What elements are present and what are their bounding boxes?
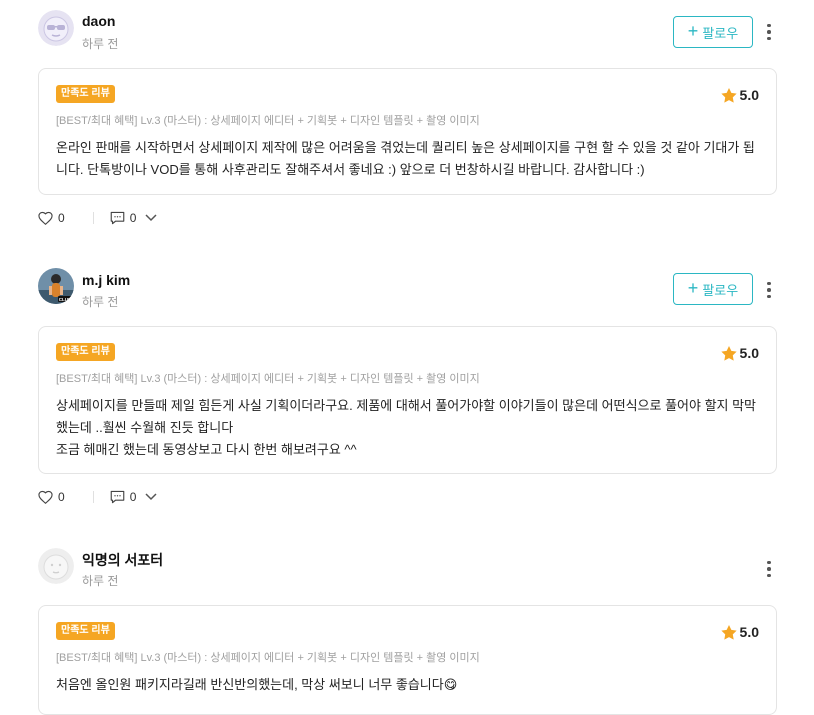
comment-button[interactable]: 0	[110, 211, 158, 225]
chevron-down-icon	[145, 493, 157, 501]
rating: 5.0	[720, 624, 759, 640]
user-avatar[interactable]	[38, 10, 74, 46]
purchase-option: [BEST/최대 혜택] Lv.3 (마스터) : 상세페이지 에디터 + 기획…	[56, 373, 480, 385]
star-icon	[720, 87, 737, 103]
comment-count: 0	[129, 211, 137, 225]
profile-photo-icon: CLUB	[38, 268, 74, 304]
rating: 5.0	[720, 87, 759, 103]
satisfaction-badge: 만족도 리뷰	[56, 85, 115, 103]
review-text-line: 조금 헤매긴 했는데 동영상보고 다시 한번 해보려구요 ^^	[56, 442, 357, 457]
review-text-line: 온라인 판매를 시작하면서 상세페이지 제작에 많은 어려움을 겪었는데 퀄리티…	[56, 140, 755, 177]
follow-label: 팔로우	[702, 282, 739, 298]
user-name[interactable]: m.j kim	[82, 272, 130, 288]
rating-value: 5.0	[739, 345, 759, 361]
like-count: 0	[58, 490, 65, 504]
user-name[interactable]: daon	[82, 13, 115, 29]
heart-icon	[38, 490, 53, 504]
like-button[interactable]: 0	[38, 211, 65, 225]
review-text: 처음엔 올인원 패키지라길래 반신반의했는데, 막상 써보니 너무 좋습니다😋	[56, 674, 761, 696]
user-avatar	[38, 548, 74, 584]
user-name: 익명의 서포터	[82, 552, 164, 568]
sunglasses-face-icon	[38, 10, 74, 46]
rating: 5.0	[720, 345, 759, 361]
follow-button[interactable]: + 팔로우	[673, 273, 753, 305]
review-card: 만족도 리뷰 5.0 [BEST/최대 혜택] Lv.3 (마스터) : 상세페…	[38, 68, 777, 195]
review-text-line: 처음엔 올인원 패키지라길래 반신반의했는데, 막상 써보니 너무 좋습니다😋	[56, 677, 458, 692]
review-text: 온라인 판매를 시작하면서 상세페이지 제작에 많은 어려움을 겪었는데 퀄리티…	[56, 137, 761, 181]
review-card: 만족도 리뷰 5.0 [BEST/최대 혜택] Lv.3 (마스터) : 상세페…	[38, 326, 777, 474]
rating-value: 5.0	[739, 87, 759, 103]
star-icon	[720, 345, 737, 361]
review-actions: 0 0	[38, 211, 157, 225]
like-count: 0	[58, 211, 65, 225]
plus-icon: +	[687, 278, 699, 298]
review-time: 하루 전	[82, 574, 119, 588]
satisfaction-badge: 만족도 리뷰	[56, 343, 115, 361]
comment-icon	[110, 211, 124, 225]
purchase-option: [BEST/최대 혜택] Lv.3 (마스터) : 상세페이지 에디터 + 기획…	[56, 115, 480, 127]
comment-icon	[110, 490, 124, 504]
comment-button[interactable]: 0	[110, 490, 158, 504]
heart-icon	[38, 211, 53, 225]
like-button[interactable]: 0	[38, 490, 65, 504]
divider	[92, 212, 94, 224]
review-text-line: 상세페이지를 만들때 제일 힘든게 사실 기획이더라구요. 제품에 대해서 풀어…	[56, 398, 757, 435]
user-avatar[interactable]: CLUB	[38, 268, 74, 304]
review-time: 하루 전	[82, 295, 119, 309]
review-card: 만족도 리뷰 5.0 [BEST/최대 혜택] Lv.3 (마스터) : 상세페…	[38, 605, 777, 715]
follow-label: 팔로우	[702, 25, 739, 41]
plus-icon: +	[687, 21, 699, 41]
more-options-icon[interactable]	[762, 22, 776, 42]
more-options-icon[interactable]	[762, 559, 776, 579]
review-time: 하루 전	[82, 37, 119, 51]
follow-button[interactable]: + 팔로우	[673, 16, 753, 48]
purchase-option: [BEST/최대 혜택] Lv.3 (마스터) : 상세페이지 에디터 + 기획…	[56, 652, 480, 664]
review-text: 상세페이지를 만들때 제일 힘든게 사실 기획이더라구요. 제품에 대해서 풀어…	[56, 395, 761, 461]
star-icon	[720, 624, 737, 640]
review-actions: 0 0	[38, 490, 157, 504]
club-label: CLUB	[59, 297, 72, 302]
rating-value: 5.0	[739, 624, 759, 640]
satisfaction-badge: 만족도 리뷰	[56, 622, 115, 640]
anonymous-face-icon	[38, 548, 74, 584]
comment-count: 0	[129, 490, 137, 504]
divider	[92, 491, 94, 503]
more-options-icon[interactable]	[762, 280, 776, 300]
chevron-down-icon	[145, 214, 157, 222]
